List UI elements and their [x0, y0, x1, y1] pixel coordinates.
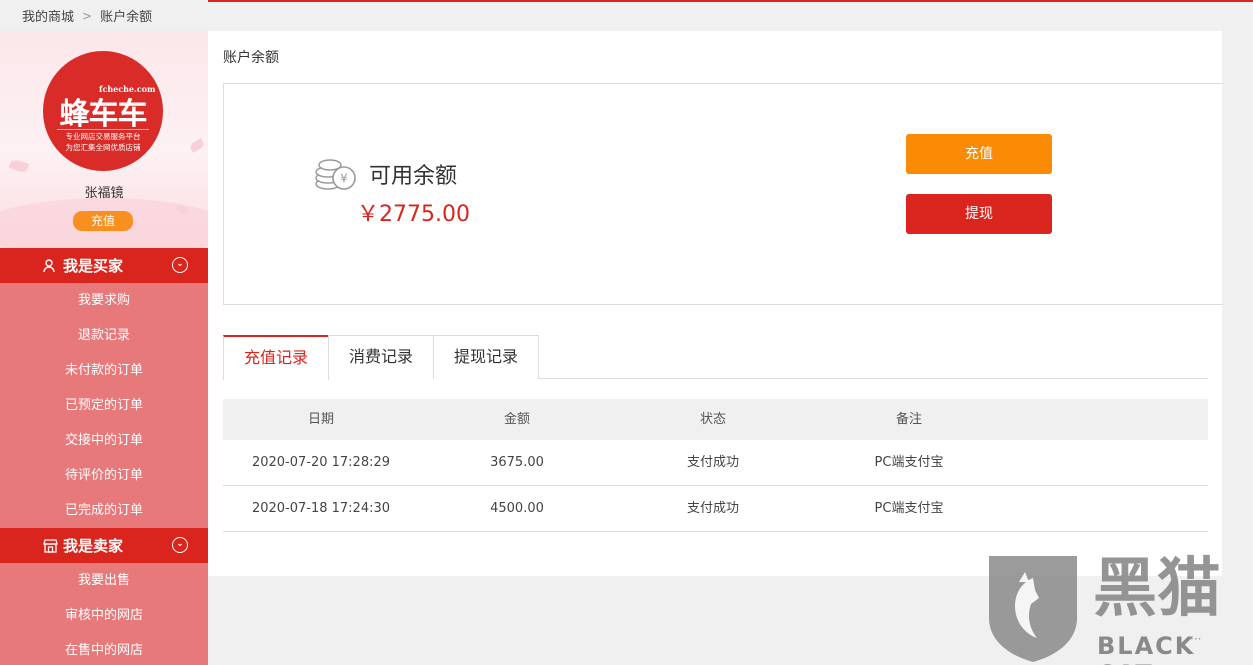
logo-tagline-2: 为您汇集全网优质店铺	[65, 143, 141, 152]
ellipsis-icon: ···	[1190, 632, 1202, 646]
sidebar-recharge-button[interactable]: 充值	[73, 211, 133, 231]
chevron-down-icon[interactable]: ⌄	[172, 257, 188, 273]
username: 张福镜	[84, 186, 124, 201]
sidebar-item-purchase-request[interactable]: 我要求购	[0, 283, 208, 318]
main-content: 账户余额 ¥ 可用余额 ￥2775.00 充值 提现 充值记录 消费记录 提现记…	[208, 31, 1223, 576]
user-icon	[42, 258, 58, 274]
sidebar-item-unpaid-orders[interactable]: 未付款的订单	[0, 353, 208, 388]
sidebar-item-sell[interactable]: 我要出售	[0, 563, 208, 598]
available-balance-amount: ￥2775.00	[357, 202, 470, 227]
sidebar-item-reserved-orders[interactable]: 已预定的订单	[0, 388, 208, 423]
buyer-menu: 我要求购 退款记录 未付款的订单 已预定的订单 交接中的订单 待评价的订单 已完…	[0, 283, 208, 528]
column-header-status: 状态	[699, 412, 726, 427]
seller-menu: 我要出售 审核中的网店 在售中的网店	[0, 563, 208, 665]
sidebar-item-to-review-orders[interactable]: 待评价的订单	[0, 458, 208, 493]
table-header: 日期 金额 状态 备注	[223, 399, 1208, 440]
table-row: 2020-07-20 17:28:29 3675.00 支付成功 PC端支付宝	[223, 440, 1208, 486]
profile-panel: fcheche.com 蜂车车 专业网店交易服务平台 为您汇集全网优质店铺 张福…	[0, 31, 208, 248]
buyer-section-title: 我是买家	[63, 257, 124, 275]
sidebar: fcheche.com 蜂车车 专业网店交易服务平台 为您汇集全网优质店铺 张福…	[0, 31, 208, 665]
sidebar-item-completed-orders[interactable]: 已完成的订单	[0, 493, 208, 528]
records-table: 日期 金额 状态 备注 2020-07-20 17:28:29 3675.00 …	[223, 399, 1208, 532]
cell-amount: 4500.00	[490, 501, 544, 516]
watermark-en-text: BLACK CAT	[1097, 632, 1196, 665]
breadcrumb: 我的商城 > 账户余额	[0, 0, 208, 31]
recharge-button[interactable]: 充值	[906, 134, 1052, 174]
cell-amount: 3675.00	[490, 455, 544, 470]
available-balance-label: 可用余额	[369, 164, 458, 189]
cell-note: PC端支付宝	[874, 455, 944, 470]
cell-note: PC端支付宝	[874, 501, 944, 516]
cell-status: 支付成功	[686, 501, 739, 516]
cat-shield-icon	[989, 556, 1077, 662]
tab-consumption-records[interactable]: 消费记录	[328, 335, 434, 379]
breadcrumb-separator: >	[82, 8, 93, 23]
sidebar-item-handover-orders[interactable]: 交接中的订单	[0, 423, 208, 458]
store-icon	[42, 538, 58, 554]
cell-date: 2020-07-18 17:24:30	[251, 501, 391, 516]
table-row: 2020-07-18 17:24:30 4500.00 支付成功 PC端支付宝	[223, 486, 1208, 532]
svg-text:¥: ¥	[340, 172, 348, 186]
page-title: 账户余额	[223, 50, 279, 66]
column-header-note: 备注	[895, 412, 922, 427]
sidebar-item-on-sale-shops[interactable]: 在售中的网店	[0, 633, 208, 665]
site-logo[interactable]: fcheche.com 蜂车车 专业网店交易服务平台 为您汇集全网优质店铺	[43, 51, 163, 171]
coins-icon: ¥	[315, 159, 356, 190]
petal-decoration	[8, 158, 30, 174]
top-accent-line	[208, 0, 1253, 2]
blackcat-watermark: 黑猫 BLACK CAT	[985, 550, 1253, 665]
breadcrumb-current: 账户余额	[100, 10, 153, 25]
buyer-section-header[interactable]: 我是买家 ⌄	[0, 248, 208, 283]
sidebar-item-reviewing-shops[interactable]: 审核中的网店	[0, 598, 208, 633]
column-header-amount: 金额	[503, 412, 530, 427]
petal-decoration	[188, 138, 206, 153]
tab-recharge-records[interactable]: 充值记录	[223, 335, 329, 380]
breadcrumb-home-link[interactable]: 我的商城	[22, 6, 74, 25]
seller-section-title: 我是卖家	[63, 537, 124, 555]
cell-date: 2020-07-20 17:28:29	[251, 455, 391, 470]
records-tabs: 充值记录 消费记录 提现记录	[223, 335, 1208, 380]
tab-withdraw-records[interactable]: 提现记录	[433, 335, 539, 379]
column-header-date: 日期	[307, 412, 334, 427]
withdraw-button[interactable]: 提现	[906, 194, 1052, 234]
logo-brand: 蜂车车	[59, 97, 148, 132]
logo-tagline-1: 专业网店交易服务平台	[65, 132, 141, 141]
watermark-cn-text: 黑猫	[1093, 552, 1221, 626]
chevron-down-icon[interactable]: ⌄	[172, 537, 188, 553]
logo-divider	[57, 129, 149, 130]
balance-panel: ¥ 可用余额 ￥2775.00 充值 提现	[223, 83, 1223, 305]
cell-status: 支付成功	[686, 455, 739, 470]
seller-section-header[interactable]: 我是卖家 ⌄	[0, 528, 208, 563]
sidebar-item-refund-records[interactable]: 退款记录	[0, 318, 208, 353]
